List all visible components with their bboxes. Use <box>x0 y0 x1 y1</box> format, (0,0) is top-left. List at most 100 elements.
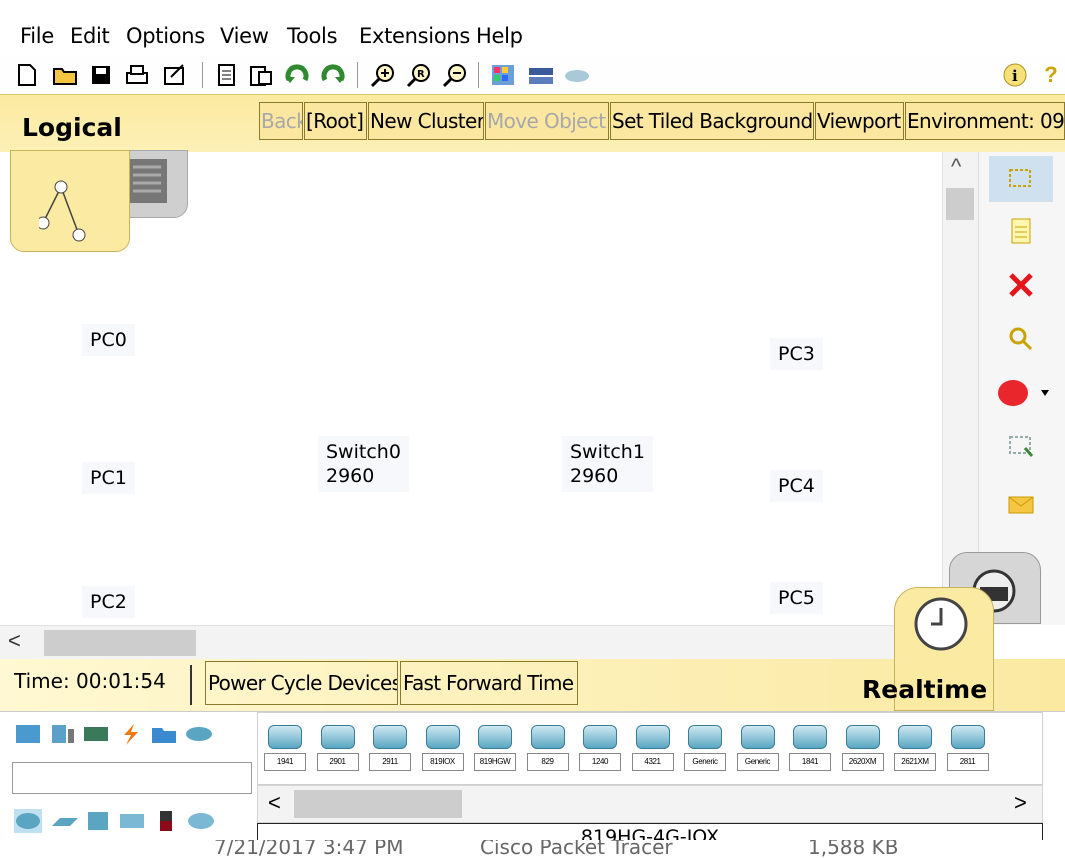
viewport-button[interactable]: Viewport <box>815 102 904 140</box>
zoom-reset-icon[interactable]: R <box>404 60 434 90</box>
pc2-label[interactable]: PC2 <box>82 586 135 618</box>
device-model-label: 1941 <box>264 753 306 771</box>
pc3-label[interactable]: PC3 <box>770 338 823 370</box>
tools-panel <box>949 152 1065 625</box>
delete-tool-icon[interactable] <box>989 262 1053 308</box>
set-tiled-background-button[interactable]: Set Tiled Background <box>610 102 814 140</box>
resize-shape-icon[interactable] <box>989 424 1053 470</box>
connections-category-icon[interactable] <box>116 722 144 746</box>
pc1-label[interactable]: PC1 <box>82 462 135 494</box>
realtime-mode-label: Realtime <box>862 675 988 704</box>
note-tool-icon[interactable] <box>989 208 1053 254</box>
pc5-label[interactable]: PC5 <box>770 582 823 614</box>
device-router-6[interactable]: 1240 <box>579 723 621 775</box>
router-icon <box>373 725 407 749</box>
device-router-3[interactable]: 819IOX <box>421 723 464 775</box>
device-scroll-right-arrow[interactable]: > <box>1014 790 1027 816</box>
router-icon <box>478 725 512 749</box>
end-devices-category-icon[interactable] <box>48 722 76 746</box>
device-router-0[interactable]: 1941 <box>264 723 306 775</box>
device-scroll-left-arrow[interactable]: < <box>268 790 281 816</box>
new-cluster-button[interactable]: New Cluster <box>368 102 484 140</box>
menu-options[interactable]: Options <box>126 24 205 48</box>
open-folder-icon[interactable] <box>50 60 80 90</box>
device-router-11[interactable]: 2620XM <box>841 723 884 775</box>
back-button[interactable]: Back <box>259 102 303 140</box>
wan-emulation-category-icon[interactable] <box>186 809 214 833</box>
router-icon <box>425 725 460 749</box>
multiuser-category-icon[interactable] <box>184 722 212 746</box>
switches-category-icon[interactable] <box>50 809 78 833</box>
device-search-field[interactable] <box>12 762 252 794</box>
move-object-button[interactable]: Move Object <box>485 102 609 140</box>
paste-icon[interactable] <box>246 60 276 90</box>
scroll-up-arrow[interactable]: ^ <box>951 154 961 180</box>
zoom-in-icon[interactable] <box>368 60 398 90</box>
hubs-category-icon[interactable] <box>84 809 112 833</box>
components-category-icon[interactable] <box>82 722 110 746</box>
switch0-model: 2960 <box>326 465 375 487</box>
zoom-out-icon[interactable] <box>440 60 470 90</box>
scroll-left-arrow[interactable]: < <box>8 628 21 654</box>
device-router-8[interactable]: Generic <box>684 723 726 775</box>
device-router-13[interactable]: 2811 <box>946 723 989 775</box>
switch0-label[interactable]: Switch0 2960 <box>318 436 409 492</box>
activity-wizard-icon[interactable] <box>160 60 190 90</box>
menu-extensions[interactable]: Extensions <box>359 24 470 48</box>
device-router-10[interactable]: 1841 <box>789 723 831 775</box>
info-icon[interactable]: i <box>1000 60 1030 90</box>
wireless-devices-category-icon[interactable] <box>118 809 146 833</box>
network-devices-category-icon[interactable] <box>14 722 42 746</box>
menu-view[interactable]: View <box>220 24 269 48</box>
router-icon <box>793 725 827 749</box>
device-model-label: 819HGW <box>474 753 516 771</box>
security-category-icon[interactable] <box>152 809 180 833</box>
add-simple-pdu-icon[interactable] <box>989 482 1053 528</box>
help-icon[interactable]: ? <box>1036 60 1065 90</box>
fast-forward-time-button[interactable]: Fast Forward Time <box>400 661 578 705</box>
redo-icon[interactable] <box>318 60 348 90</box>
device-router-12[interactable]: 2621XM <box>894 723 936 775</box>
power-cycle-devices-button[interactable]: Power Cycle Devices <box>205 661 398 705</box>
menu-tools[interactable]: Tools <box>287 24 338 48</box>
menu-help[interactable]: Help <box>476 24 523 48</box>
device-router-4[interactable]: 819HGW <box>474 723 516 775</box>
device-router-1[interactable]: 2901 <box>316 723 359 775</box>
device-scroll-thumb[interactable] <box>294 790 462 818</box>
vertical-scroll-thumb[interactable] <box>946 188 974 220</box>
draw-shape-icon[interactable] <box>989 370 1053 416</box>
routers-category-icon[interactable] <box>14 809 42 833</box>
environment-button[interactable]: Environment: 09 <box>905 102 1065 140</box>
pc4-label[interactable]: PC4 <box>770 470 823 502</box>
save-icon[interactable] <box>86 60 116 90</box>
palette-icon[interactable] <box>488 60 518 90</box>
device-router-5[interactable]: 829 <box>526 723 569 775</box>
horizontal-scrollbar[interactable]: < <box>0 625 942 659</box>
select-tool-icon[interactable] <box>989 156 1053 202</box>
device-router-2[interactable]: 2911 <box>369 723 411 775</box>
device-model-label: 829 <box>526 753 569 771</box>
copy-icon[interactable] <box>212 60 242 90</box>
menu-edit[interactable]: Edit <box>70 24 110 48</box>
device-list-scrollbar[interactable]: < > <box>257 785 1043 823</box>
menu-file[interactable]: File <box>20 24 54 48</box>
inspect-tool-icon[interactable] <box>989 316 1053 362</box>
horizontal-scroll-thumb[interactable] <box>44 630 196 656</box>
switch1-label[interactable]: Switch1 2960 <box>562 436 653 492</box>
logical-view-tab[interactable] <box>10 150 130 252</box>
cloud-icon[interactable] <box>562 60 592 90</box>
topology-icon <box>39 180 86 242</box>
router-icon <box>268 725 302 749</box>
miscellaneous-category-icon[interactable] <box>150 722 178 746</box>
device-router-7[interactable]: 4321 <box>631 723 674 775</box>
undo-icon[interactable] <box>282 60 312 90</box>
device-router-9[interactable]: Generic <box>736 723 779 775</box>
device-model-label: Generic <box>736 753 779 771</box>
print-icon[interactable] <box>122 60 152 90</box>
custom-devices-icon[interactable] <box>526 60 556 90</box>
root-button[interactable]: [Root] <box>304 102 367 140</box>
new-file-icon[interactable] <box>12 60 42 90</box>
pc0-label[interactable]: PC0 <box>82 324 135 356</box>
logical-workspace[interactable]: PC0 PC1 PC2 PC3 PC4 PC5 Switch0 2960 Swi… <box>0 150 942 625</box>
switch1-name: Switch1 <box>570 441 645 463</box>
